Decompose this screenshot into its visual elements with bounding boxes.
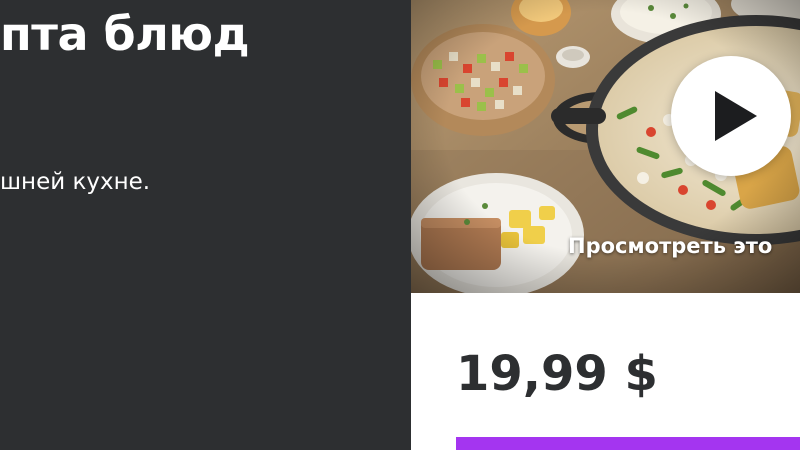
play-preview-button[interactable] xyxy=(671,56,791,176)
preview-course-label[interactable]: Просмотреть это xyxy=(568,231,772,261)
add-to-cart-button[interactable] xyxy=(456,437,800,450)
purchase-card: Просмотреть это 19,99 $ xyxy=(411,0,800,450)
course-title: пта блюд xyxy=(0,7,250,61)
course-price: 19,99 $ xyxy=(456,346,658,402)
course-landing-page: пта блюд шней кухне. Просмотреть это 19,… xyxy=(0,0,800,450)
course-subtitle: шней кухне. xyxy=(0,169,151,195)
play-icon xyxy=(715,91,757,141)
course-hero: пта блюд шней кухне. xyxy=(0,0,411,450)
course-preview-video[interactable]: Просмотреть это xyxy=(411,0,800,293)
